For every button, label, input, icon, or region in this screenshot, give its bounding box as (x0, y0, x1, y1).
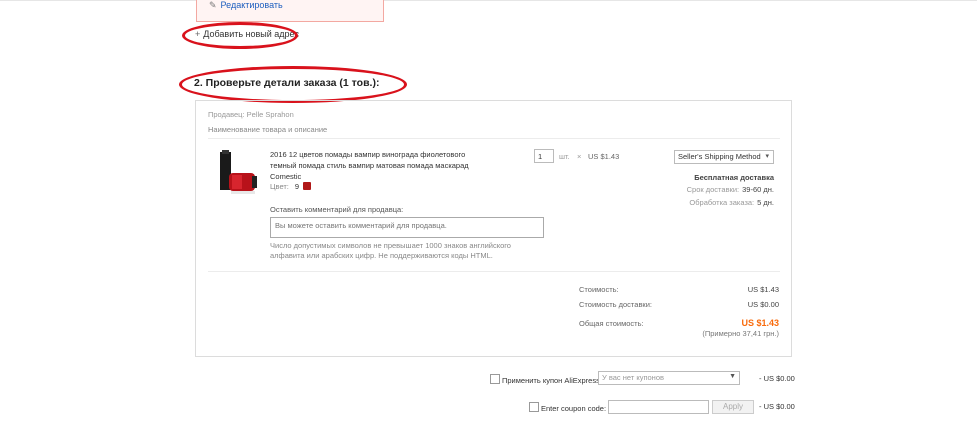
coupon-code-input[interactable] (608, 400, 709, 414)
free-shipping-label: Бесплатная доставка (694, 173, 774, 182)
coupon-code-checkbox[interactable] (529, 402, 539, 412)
total-label: Общая стоимость: (579, 319, 644, 328)
processing-time: Обработка заказа: 5 дн. (689, 198, 774, 207)
header-divider (208, 138, 780, 139)
chevron-down-icon: ▼ (729, 373, 736, 380)
aliexpress-coupon-value: У вас нет купонов (602, 373, 664, 382)
pencil-icon: ✎ (209, 0, 217, 10)
shipping-method-value: Seller's Shipping Method (678, 152, 761, 161)
product-color: Цвет: 9 (270, 182, 312, 191)
comment-hint: Число допустимых символов не превышает 1… (270, 241, 511, 260)
coupon-code-row: Enter coupon code: (529, 402, 606, 413)
edit-address-link[interactable]: ✎ Редактировать (209, 0, 283, 11)
coupon-code-amount: - US $0.00 (759, 402, 795, 411)
aliexpress-coupon-row: Применить купон AliExpress: (490, 374, 602, 385)
apply-coupon-button[interactable]: Apply (712, 400, 754, 414)
delivery-time: Срок доставки: 39-60 дн. (687, 185, 774, 194)
aliexpress-coupon-amount: - US $0.00 (759, 374, 795, 383)
product-title[interactable]: 2016 12 цветов помады вампир винограда ф… (270, 149, 470, 182)
seller-comment-input[interactable] (270, 217, 544, 238)
unit-price: US $1.43 (588, 152, 620, 161)
coupon-code-label: Enter coupon code: (541, 404, 607, 413)
color-value: 9 (294, 182, 300, 191)
total-value: US $1.43 (741, 318, 779, 328)
shipping-method-select[interactable]: Seller's Shipping Method ▾ (674, 150, 774, 164)
highlight-oval-add-address (182, 22, 298, 49)
quantity-unit: шт. (559, 152, 570, 161)
aliexpress-coupon-label: Применить купон AliExpress: (502, 376, 602, 385)
comment-label: Оставить комментарий для продавца: (270, 205, 404, 214)
shipping-cost-label: Стоимость доставки: (579, 300, 652, 309)
total-approx: (Примерно 37,41 грн.) (702, 329, 779, 338)
processing-time-value: 5 дн. (757, 198, 774, 207)
edit-address-label: Редактировать (220, 0, 283, 10)
chevron-down-icon: ▾ (765, 153, 769, 160)
top-divider (0, 0, 977, 1)
quantity-input[interactable] (534, 149, 554, 163)
times-sign: × (577, 152, 582, 161)
aliexpress-coupon-select[interactable]: У вас нет купонов ▼ (598, 371, 740, 385)
color-label: Цвет: (270, 182, 289, 191)
product-column-header: Наименование товара и описание (208, 125, 328, 134)
product-thumbnail[interactable] (214, 147, 262, 198)
cost-label: Стоимость: (579, 285, 619, 294)
lipstick-image (220, 150, 257, 194)
shipping-cost-value: US $0.00 (747, 300, 779, 309)
seller-label: Продавец: Pelle Sprahon (208, 110, 294, 119)
delivery-time-value: 39-60 дн. (742, 185, 774, 194)
highlight-oval-section-title (179, 66, 407, 103)
processing-time-label: Обработка заказа: (689, 198, 755, 207)
delivery-time-label: Срок доставки: (686, 185, 740, 194)
cost-value: US $1.43 (747, 285, 779, 294)
color-swatch (303, 182, 312, 190)
aliexpress-coupon-checkbox[interactable] (490, 374, 500, 384)
summary-divider (208, 271, 780, 272)
